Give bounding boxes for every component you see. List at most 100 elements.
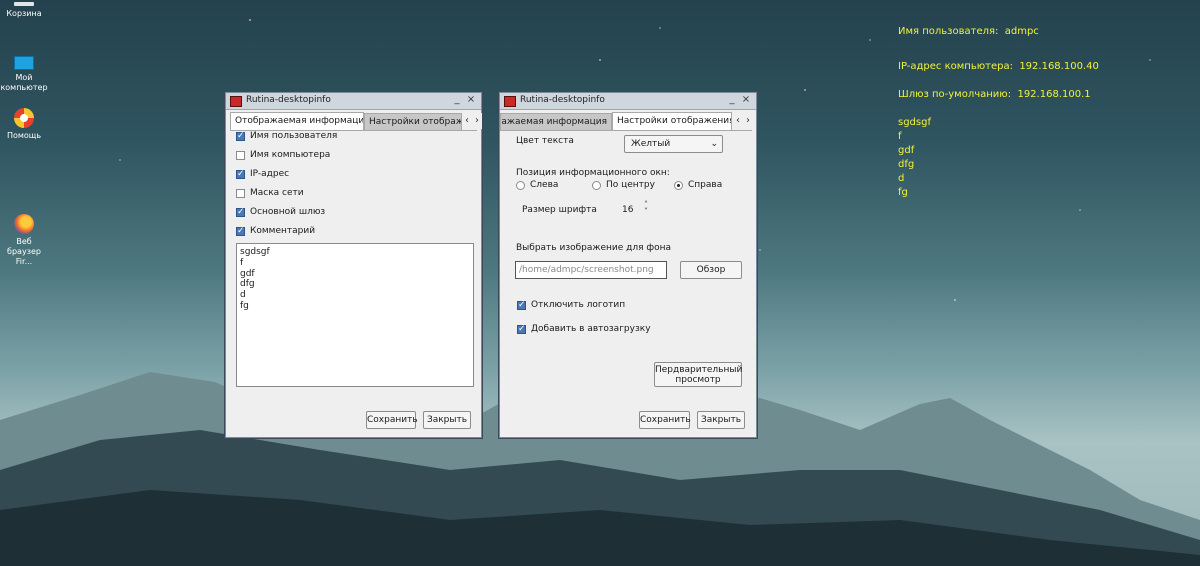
- browse-button[interactable]: Обзор: [680, 261, 742, 279]
- tab-display-settings[interactable]: Настройки отображения: [364, 113, 462, 130]
- checkbox-label: Отключить логотип: [531, 300, 626, 310]
- desktop-icon-label: Корзина: [6, 9, 42, 18]
- comment-line: dfg: [240, 279, 255, 290]
- window-title: Rutina-desktopinfo: [246, 95, 331, 105]
- app-logo-icon: [230, 96, 242, 107]
- close-icon[interactable]: ×: [465, 94, 477, 106]
- computer-icon: [14, 56, 34, 70]
- checkbox-computer-name[interactable]: Имя компьютера: [236, 150, 330, 160]
- save-button[interactable]: Сохранить: [366, 411, 418, 429]
- tab-scroll-left-icon[interactable]: ‹: [733, 113, 743, 129]
- radio-left[interactable]: Слева: [516, 180, 558, 190]
- font-size-label: Размер шрифта: [522, 205, 597, 215]
- minimize-icon[interactable]: _: [451, 94, 463, 106]
- comment-textarea[interactable]: sgdsgf f gdf dfg d fg: [236, 243, 474, 387]
- text-color-label: Цвет текста: [516, 136, 574, 146]
- preview-label-line: просмотр: [675, 375, 721, 385]
- checkbox-label: Имя компьютера: [250, 150, 331, 160]
- checkbox-label: Маска сети: [250, 188, 304, 198]
- comment-line: sgdsgf: [240, 247, 270, 257]
- tab-display-settings[interactable]: Настройки отображения: [612, 112, 732, 130]
- checkbox-comment[interactable]: Комментарий: [236, 225, 316, 237]
- window-titlebar[interactable]: Rutina-desktopinfo _ ×: [226, 93, 481, 110]
- desktop-icon-help[interactable]: Помощь: [0, 108, 48, 141]
- window-titlebar[interactable]: Rutina-desktopinfo _ ×: [500, 93, 756, 110]
- desktop-icon-my-computer[interactable]: Мой компьютер: [0, 56, 48, 93]
- firefox-icon: [14, 214, 34, 234]
- tab-displayed-info[interactable]: Отображаемая информация: [500, 113, 612, 130]
- overlay-comment-line: f: [898, 131, 902, 142]
- font-size-spinbox[interactable]: 16: [622, 205, 633, 215]
- checkbox-disable-logo[interactable]: Отключить логотип: [517, 299, 626, 311]
- checkbox-netmask[interactable]: Маска сети: [236, 188, 304, 198]
- window-position-label: Позиция информационного окн:: [516, 168, 670, 178]
- checkbox-box[interactable]: [517, 299, 526, 311]
- text-color-select[interactable]: Желтый ⌄: [624, 135, 723, 153]
- checkbox-box[interactable]: [236, 150, 245, 160]
- checkbox-box[interactable]: [236, 188, 245, 198]
- radio-circle[interactable]: [592, 180, 601, 190]
- overlay-username: Имя пользователя: admpc: [898, 26, 1039, 37]
- desktop-icon-firefox[interactable]: Веб браузер Fir...: [0, 214, 48, 267]
- tab-scroll-right-icon[interactable]: ›: [472, 113, 482, 129]
- comment-line: fg: [240, 300, 249, 311]
- minimize-icon[interactable]: _: [726, 94, 738, 106]
- help-lifebuoy-icon: [14, 108, 34, 128]
- desktop-icon-label: Веб браузер Fir...: [7, 237, 41, 266]
- save-button[interactable]: Сохранить: [639, 411, 691, 429]
- checkbox-gateway[interactable]: Основной шлюз: [236, 206, 326, 218]
- text-color-value: Желтый: [631, 139, 671, 149]
- checkbox-label: Основной шлюз: [250, 207, 326, 217]
- window-display-settings: Rutina-desktopinfo _ × Отображаемая инфо…: [499, 92, 757, 438]
- radio-right[interactable]: Справа: [674, 180, 722, 190]
- overlay-ip: IP-адрес компьютера: 192.168.100.40: [898, 61, 1099, 72]
- checkbox-box[interactable]: [517, 323, 526, 335]
- preview-button[interactable]: Пердварительный просмотр: [654, 362, 742, 387]
- overlay-comment-line: d: [898, 173, 905, 184]
- chevron-down-icon: ⌄: [710, 139, 718, 149]
- overlay-gateway: Шлюз по-умолчанию: 192.168.100.1: [898, 89, 1091, 100]
- radio-circle[interactable]: [516, 180, 525, 190]
- desktop-info-overlay: Имя пользователя: admpc IP-адрес компьют…: [898, 25, 1099, 200]
- radio-label: По центру: [606, 180, 655, 190]
- checkbox-box[interactable]: [236, 168, 245, 180]
- radio-circle[interactable]: [674, 180, 683, 190]
- close-button[interactable]: Закрыть: [697, 411, 745, 429]
- checkbox-label: IP-адрес: [250, 169, 290, 179]
- radio-center[interactable]: По центру: [592, 180, 655, 190]
- checkbox-label: Комментарий: [250, 226, 316, 236]
- background-image-label: Выбрать изображение для фона: [516, 243, 672, 253]
- preview-label-line: Пердварительный: [655, 365, 743, 375]
- tab-scroll-left-icon[interactable]: ‹: [462, 113, 472, 129]
- checkbox-autostart[interactable]: Добавить в автозагрузку: [517, 323, 651, 335]
- radio-label: Слева: [530, 180, 559, 190]
- font-size-value: 16: [622, 205, 634, 215]
- spin-down-icon[interactable]: ˅: [644, 208, 648, 216]
- close-icon[interactable]: ×: [740, 94, 752, 106]
- checkbox-username[interactable]: Имя пользователя: [236, 130, 338, 142]
- checkbox-box[interactable]: [236, 206, 245, 218]
- comment-line: d: [240, 290, 246, 301]
- close-button[interactable]: Закрыть: [423, 411, 471, 429]
- desktop-icon-label: Мой компьютер: [0, 73, 48, 92]
- app-logo-icon: [504, 96, 516, 107]
- checkbox-box[interactable]: [236, 130, 245, 142]
- tab-bar: Отображаемая информация Настройки отобра…: [500, 112, 753, 131]
- desktop-icon-trash[interactable]: Корзина: [0, 2, 48, 19]
- overlay-comment-line: gdf: [898, 145, 915, 156]
- checkbox-box[interactable]: [236, 225, 245, 237]
- tab-label: Отображаемая информация: [501, 117, 607, 127]
- window-displayed-info: Rutina-desktopinfo _ × Отображаемая инфо…: [225, 92, 482, 438]
- background-path-input[interactable]: /home/admpc/screenshot.png: [515, 261, 667, 279]
- overlay-comment-line: sgdsgf: [898, 117, 931, 128]
- overlay-comment-line: dfg: [898, 159, 915, 170]
- window-title: Rutina-desktopinfo: [520, 95, 605, 105]
- desktop-icon-label: Помощь: [6, 131, 42, 140]
- checkbox-ip-address[interactable]: IP-адрес: [236, 168, 290, 180]
- tab-bar: Отображаемая информация Настройки отобра…: [230, 112, 482, 131]
- checkbox-label: Добавить в автозагрузку: [531, 324, 651, 334]
- spin-arrows[interactable]: ˄ ˅: [644, 201, 648, 216]
- checkbox-label: Имя пользователя: [250, 131, 338, 141]
- tab-displayed-info[interactable]: Отображаемая информация: [230, 112, 364, 130]
- tab-scroll-right-icon[interactable]: ›: [743, 113, 753, 129]
